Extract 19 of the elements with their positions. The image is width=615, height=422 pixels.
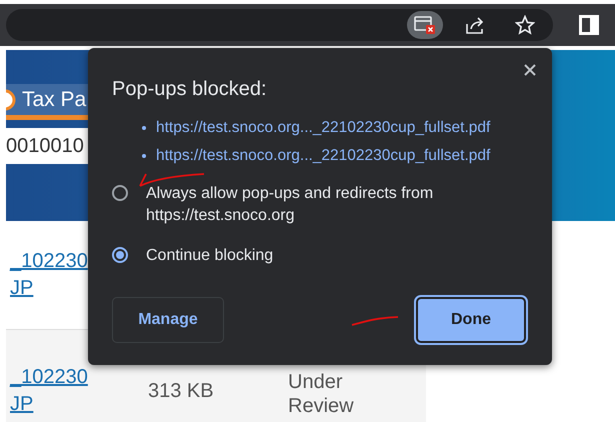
input-field[interactable]: 0010010 bbox=[6, 128, 88, 164]
side-panel-icon[interactable] bbox=[579, 15, 599, 36]
done-button[interactable]: Done bbox=[416, 297, 526, 343]
popup-link[interactable]: https://test.snoco.org..._22102230cup_fullset.pdf bbox=[156, 147, 490, 165]
file-link[interactable]: JP bbox=[10, 391, 148, 418]
status-text: Under Review bbox=[288, 370, 355, 418]
popup-blocked-icon[interactable] bbox=[407, 11, 443, 40]
radio-button[interactable] bbox=[112, 247, 128, 263]
radio-button[interactable] bbox=[112, 185, 128, 201]
option-label: Continue blocking bbox=[146, 246, 274, 266]
file-link[interactable]: _102230 bbox=[10, 364, 148, 391]
option-label: Always allow pop-ups and redirects from https://test.snoco.org bbox=[146, 184, 434, 226]
file-size: 313 KB bbox=[148, 379, 215, 404]
manage-button[interactable]: Manage bbox=[112, 297, 224, 343]
close-button[interactable] bbox=[522, 62, 538, 78]
annotation-stroke bbox=[350, 314, 400, 328]
page-tab[interactable]: Tax Pa bbox=[6, 84, 88, 120]
dialog-title: Pop-ups blocked: bbox=[112, 78, 268, 101]
popup-link[interactable]: https://test.snoco.org..._22102230cup_fullset.pdf bbox=[156, 119, 490, 137]
